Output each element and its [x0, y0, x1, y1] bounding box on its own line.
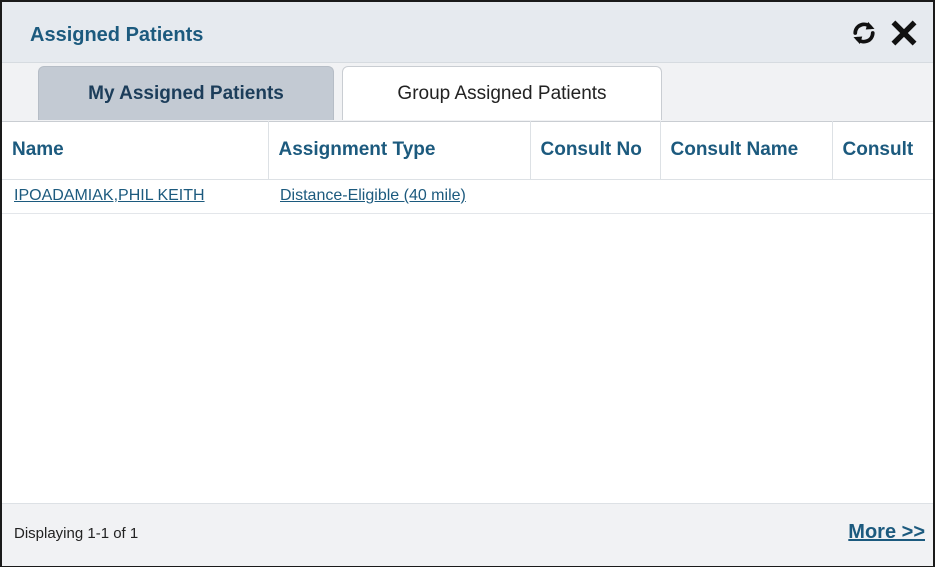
- panel-header: Assigned Patients: [2, 2, 933, 63]
- cell-name: IPOADAMIAK,PHIL KEITH: [2, 179, 268, 214]
- patient-name-link[interactable]: IPOADAMIAK,PHIL KEITH: [14, 187, 205, 204]
- column-header-consult-name[interactable]: Consult Name: [660, 121, 833, 180]
- table-row[interactable]: IPOADAMIAK,PHIL KEITH Distance-Eligible …: [2, 179, 933, 214]
- tab-label: My Assigned Patients: [88, 82, 284, 104]
- tab-bar: My Assigned Patients Group Assigned Pati…: [2, 63, 933, 122]
- cell-consult: [832, 179, 933, 214]
- tab-my-assigned-patients[interactable]: My Assigned Patients: [38, 66, 334, 120]
- patients-table: Name Assignment Type Consult No Consult …: [2, 121, 933, 214]
- tab-label: Group Assigned Patients: [397, 82, 607, 104]
- tab-group-assigned-patients[interactable]: Group Assigned Patients: [342, 66, 662, 120]
- cell-consult-name: [660, 179, 832, 214]
- column-header-consult-no[interactable]: Consult No: [530, 121, 661, 180]
- cell-consult-no: [530, 179, 660, 214]
- column-header-assignment-type[interactable]: Assignment Type: [268, 121, 531, 180]
- cell-assignment-type: Distance-Eligible (40 mile): [268, 179, 530, 214]
- panel-footer: Displaying 1-1 of 1 More >>: [2, 503, 933, 566]
- column-header-name[interactable]: Name: [2, 121, 269, 180]
- more-link[interactable]: More >>: [848, 521, 925, 544]
- table-header-row: Name Assignment Type Consult No Consult …: [2, 121, 933, 180]
- header-actions: [847, 16, 921, 50]
- panel-title: Assigned Patients: [30, 24, 204, 46]
- pagination-status: Displaying 1-1 of 1: [14, 525, 139, 542]
- assigned-patients-panel: Assigned Patients My Assigned Patients G…: [0, 0, 935, 567]
- close-icon[interactable]: [887, 16, 921, 50]
- assignment-type-link[interactable]: Distance-Eligible (40 mile): [280, 187, 466, 204]
- refresh-icon[interactable]: [847, 16, 881, 50]
- column-header-consult[interactable]: Consult: [832, 121, 933, 180]
